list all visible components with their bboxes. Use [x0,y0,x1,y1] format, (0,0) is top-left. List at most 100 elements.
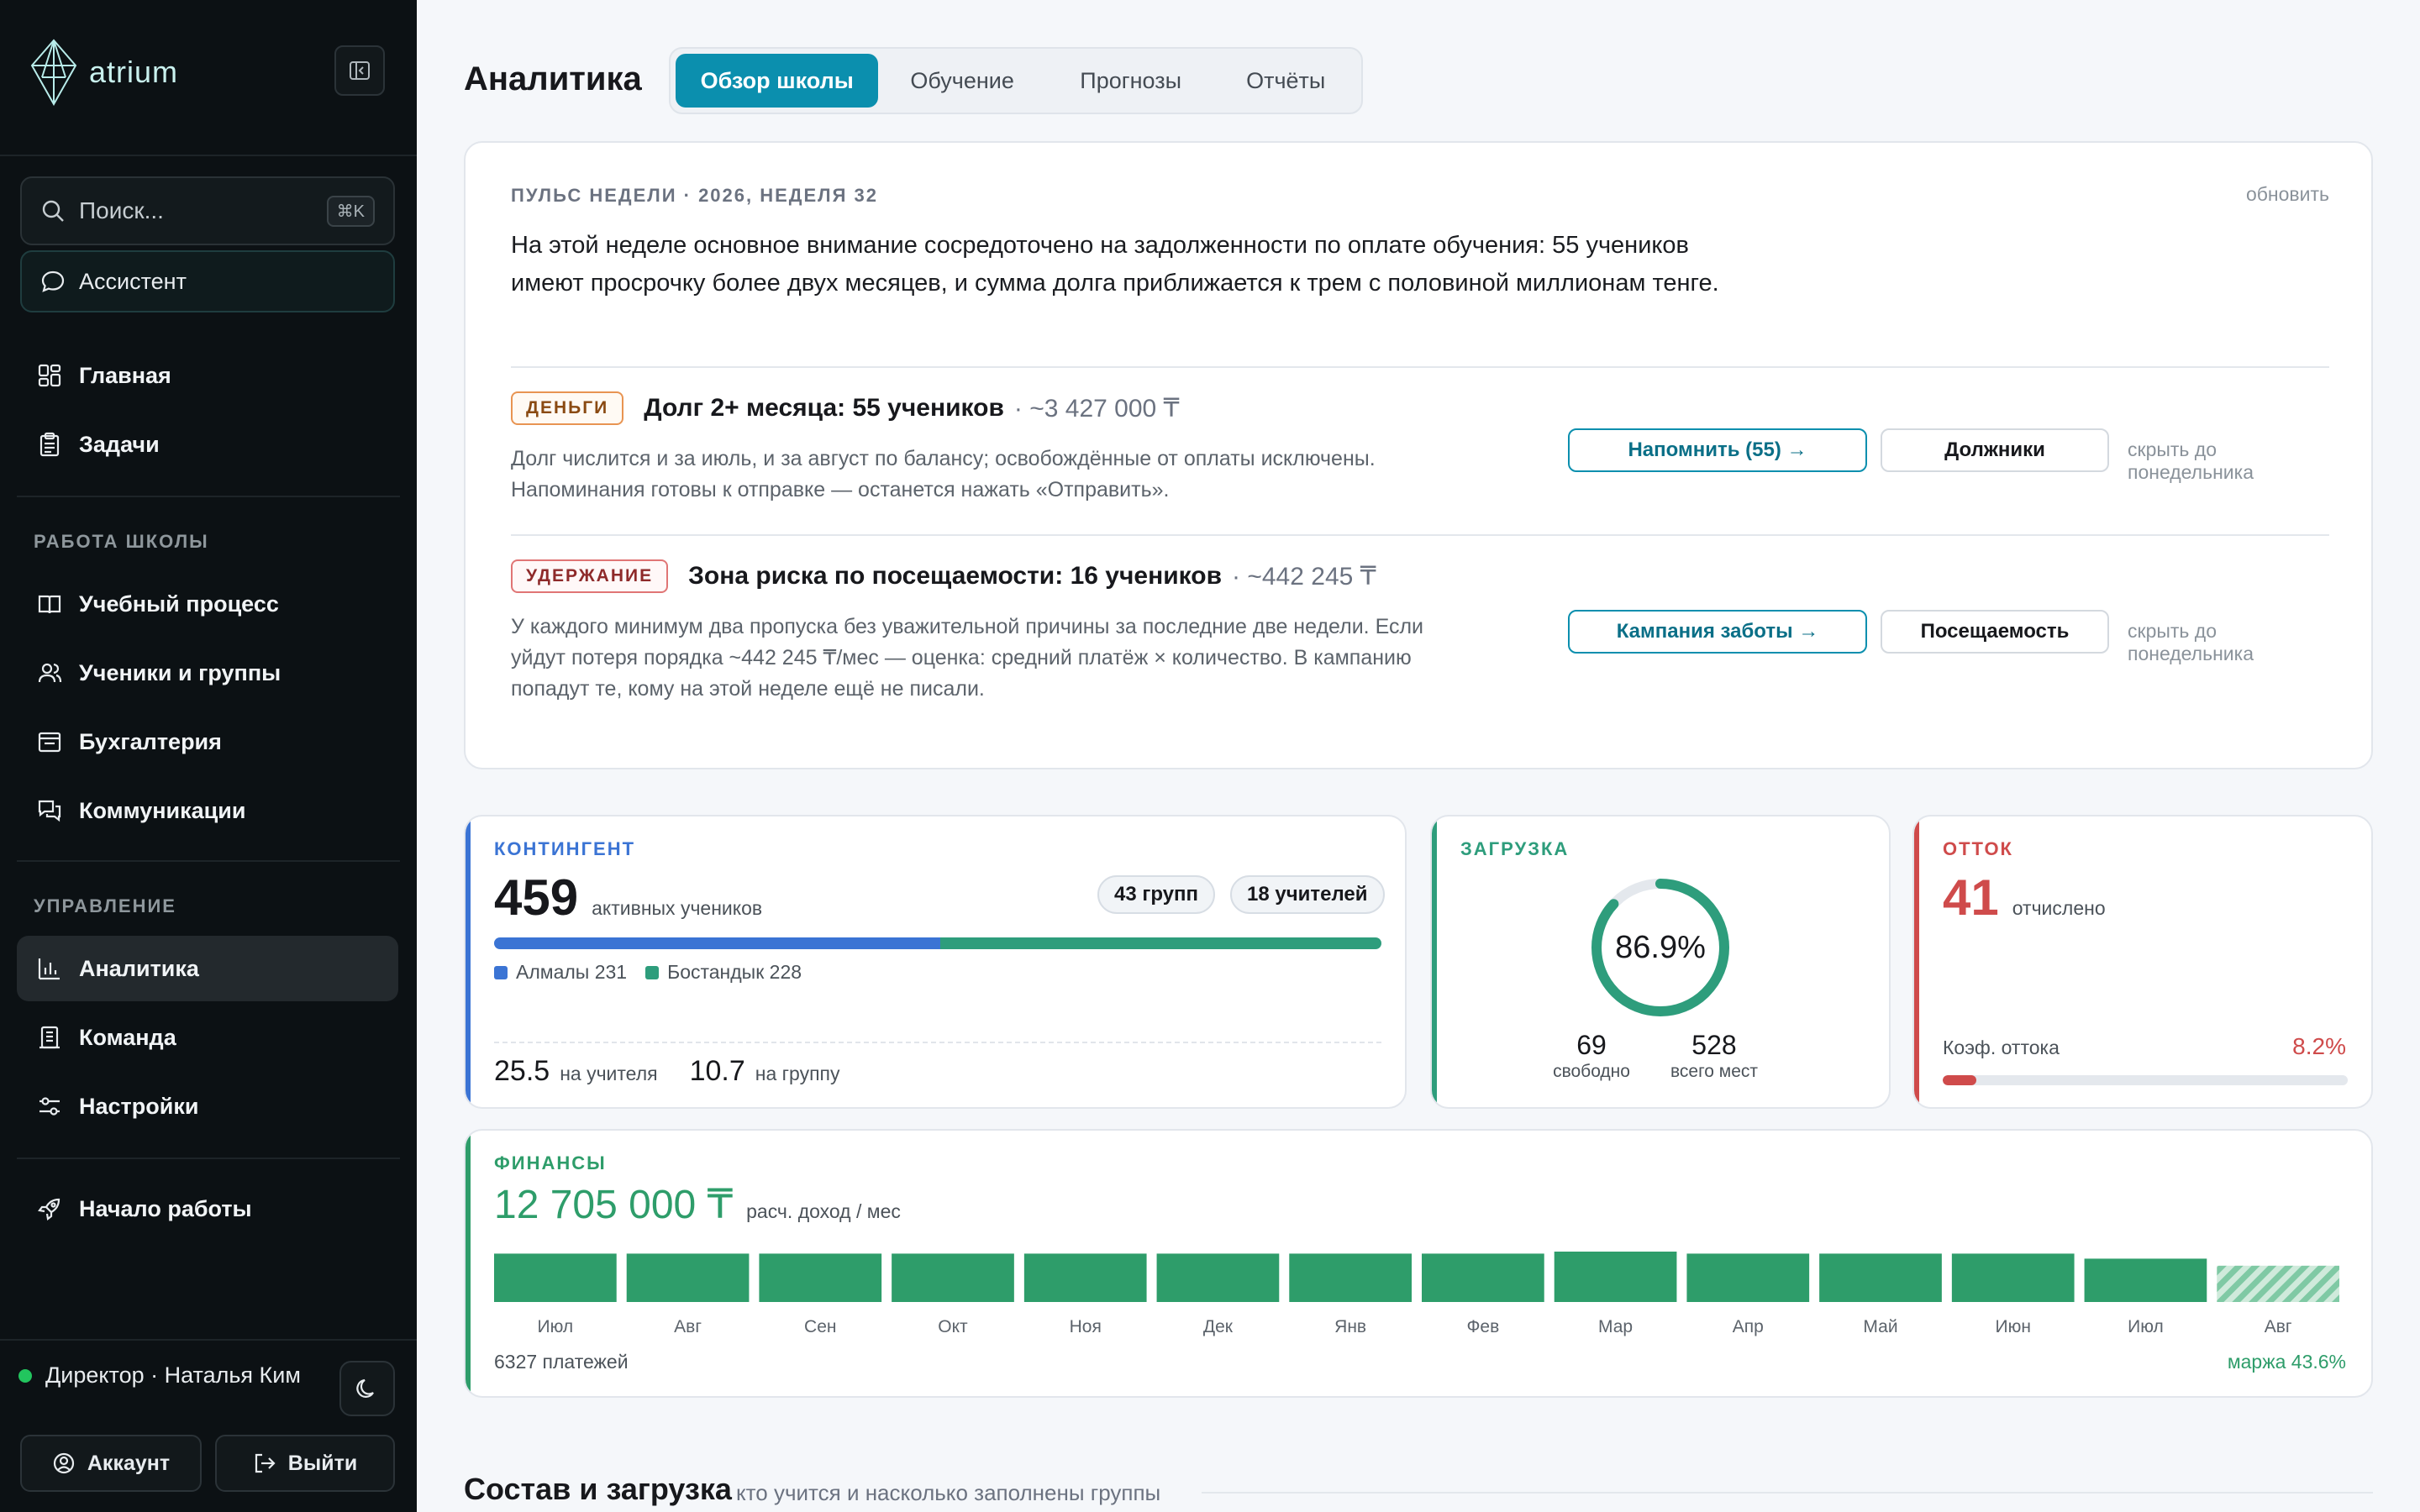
online-status-dot [18,1368,32,1383]
card-accent [1432,816,1437,1107]
current-user: Директор · Наталья Ким [18,1362,301,1389]
sliders-icon [35,1092,64,1121]
nav-getting-started[interactable]: Начало работы [17,1176,398,1242]
logout-button[interactable]: Выйти [215,1435,395,1492]
tab-school-overview[interactable]: Обзор школы [676,54,879,108]
nav-communications[interactable]: Коммуникации [17,778,398,843]
section-divider [1202,1492,2373,1494]
refresh-link[interactable]: обновить [2246,183,2329,206]
groups-count-pill: 43 групп [1097,875,1216,914]
churn-card: ОТТОК 41 отчислено Коэф. оттока 8.2% [1912,815,2373,1109]
revenue-bar-label: Дек [1203,1317,1234,1336]
nav-settings[interactable]: Настройки [17,1074,398,1139]
alert-tag-retention: УДЕРЖАНИЕ [511,559,669,593]
contingent-card: КОНТИНГЕНТ 459 активных учеников 43 груп… [464,815,1407,1109]
divider [511,366,2329,368]
revenue-bar[interactable] [2084,1258,2207,1302]
tab-reports[interactable]: Отчёты [1215,54,1356,108]
divider [494,1042,1381,1043]
revenue-bar[interactable] [1686,1253,1810,1302]
revenue-bar[interactable] [1156,1253,1280,1302]
revenue-bar[interactable] [892,1253,1014,1302]
nav-accounting[interactable]: Бухгалтерия [17,709,398,774]
sidebar-divider [17,496,400,497]
assistant-label: Ассистент [79,268,187,294]
revenue-bar-label: Окт [938,1317,968,1336]
care-campaign-button[interactable]: Кампания заботы → [1568,610,1867,654]
rocket-icon [35,1194,64,1223]
weekly-pulse-card: ПУЛЬС НЕДЕЛИ · 2026, НЕДЕЛЯ 32 обновить … [464,141,2373,769]
alert-debt: ДЕНЬГИ Долг 2+ месяца: 55 учеников · ~3 … [511,391,2329,531]
active-students-count: 459 [494,869,579,926]
split-segment-almaly [494,937,941,949]
active-students-label: активных учеников [592,897,763,919]
attendance-button[interactable]: Посещаемость [1881,610,2109,654]
pulse-eyebrow: ПУЛЬС НЕДЕЛИ · 2026, НЕДЕЛЯ 32 [511,185,878,206]
nav-home[interactable]: Главная [17,343,398,408]
margin-value: маржа 43.6% [2227,1351,2346,1373]
legend-bostandyk: Бостандык 228 [667,961,802,983]
revenue-bar-label: Июл [538,1317,574,1336]
nav-analytics-label: Аналитика [79,955,199,981]
nav-team[interactable]: Команда [17,1005,398,1070]
campus-split-bar [494,937,1381,949]
sidebar-section-school: РАБОТА ШКОЛЫ [34,531,209,552]
free-seats-count: 69 [1576,1030,1607,1060]
revenue-bar[interactable] [1951,1253,2075,1302]
revenue-bar-projected[interactable] [2217,1265,2339,1302]
sidebar-divider [17,1158,400,1159]
revenue-bar[interactable] [626,1253,750,1302]
nav-getting-started-label: Начало работы [79,1195,252,1221]
chat-bubble-icon [41,270,65,292]
legend-swatch [645,965,660,979]
students-per-group: 10.7 [689,1055,745,1087]
collapse-sidebar-button[interactable] [334,45,385,96]
churn-eyebrow: ОТТОК [1943,838,2013,859]
revenue-bar[interactable] [1023,1253,1147,1302]
churn-rate-bar [1943,1075,2348,1085]
debtors-button[interactable]: Должники [1881,428,2109,472]
hide-until-monday-link[interactable]: скрыть до понедельника [2128,620,2329,665]
total-seats-count: 528 [1691,1030,1737,1060]
revenue-bar[interactable] [1819,1253,1942,1302]
alert-description: У каждого минимум два пропуска без уважи… [511,615,1424,701]
sidebar-section-manage: УПРАВЛЕНИЕ [34,895,176,916]
teachers-count-pill: 18 учителей [1230,875,1385,914]
nav-analytics[interactable]: Аналитика [17,936,398,1001]
tab-forecasts[interactable]: Прогнозы [1046,54,1216,108]
monthly-revenue: 12 705 000 ₸ [494,1183,734,1227]
tab-learning[interactable]: Обучение [878,54,1046,108]
alert-title: Долг 2+ месяца: 55 учеников [644,394,1004,422]
revenue-bar[interactable] [1554,1252,1677,1302]
nav-tasks[interactable]: Задачи [17,412,398,477]
theme-toggle-button[interactable] [339,1361,395,1416]
account-label: Аккаунт [87,1451,171,1475]
campus-legend: Алмалы 231 Бостандык 228 [494,961,802,984]
nav-learning-label: Учебный процесс [79,591,279,617]
revenue-bar[interactable] [1289,1253,1412,1302]
revenue-bar[interactable] [494,1253,617,1302]
composition-section-title: Состав и загрузка [464,1472,732,1506]
nav-communications-label: Коммуникации [79,797,246,823]
alert-attendance: УДЕРЖАНИЕ Зона риска по посещаемости: 16… [511,559,2329,727]
nav-tasks-label: Задачи [79,431,160,457]
revenue-bar-label: Авг [2265,1317,2292,1336]
account-button[interactable]: Аккаунт [20,1435,202,1492]
hide-until-monday-link[interactable]: скрыть до понедельника [2128,438,2329,484]
nav-students[interactable]: Ученики и группы [17,640,398,706]
expelled-count: 41 [1943,869,1999,926]
revenue-bar[interactable] [1422,1253,1544,1302]
revenue-bar-chart: Июл Авг Сен Окт Ноя Дек Янв Фев Мар Апр Май Июн Июл А… [494,1252,2339,1336]
composition-section-subtitle: кто учится и насколько заполнены группы [736,1480,1161,1505]
app-logo[interactable]: atrium [30,39,178,106]
assistant-button[interactable]: Ассистент [20,250,395,312]
remind-debtors-button[interactable]: Напомнить (55) → [1568,428,1867,472]
page-title: Аналитика [464,60,642,97]
sidebar-divider [0,1339,417,1341]
nav-learning[interactable]: Учебный процесс [17,571,398,637]
revenue-bar[interactable] [759,1253,882,1302]
contingent-eyebrow: КОНТИНГЕНТ [494,838,636,859]
analytics-tabs: Обзор школы Обучение Прогнозы Отчёты [669,47,1363,114]
sidebar-search[interactable]: Поиск... ⌘K [20,176,395,245]
book-icon [35,590,64,618]
